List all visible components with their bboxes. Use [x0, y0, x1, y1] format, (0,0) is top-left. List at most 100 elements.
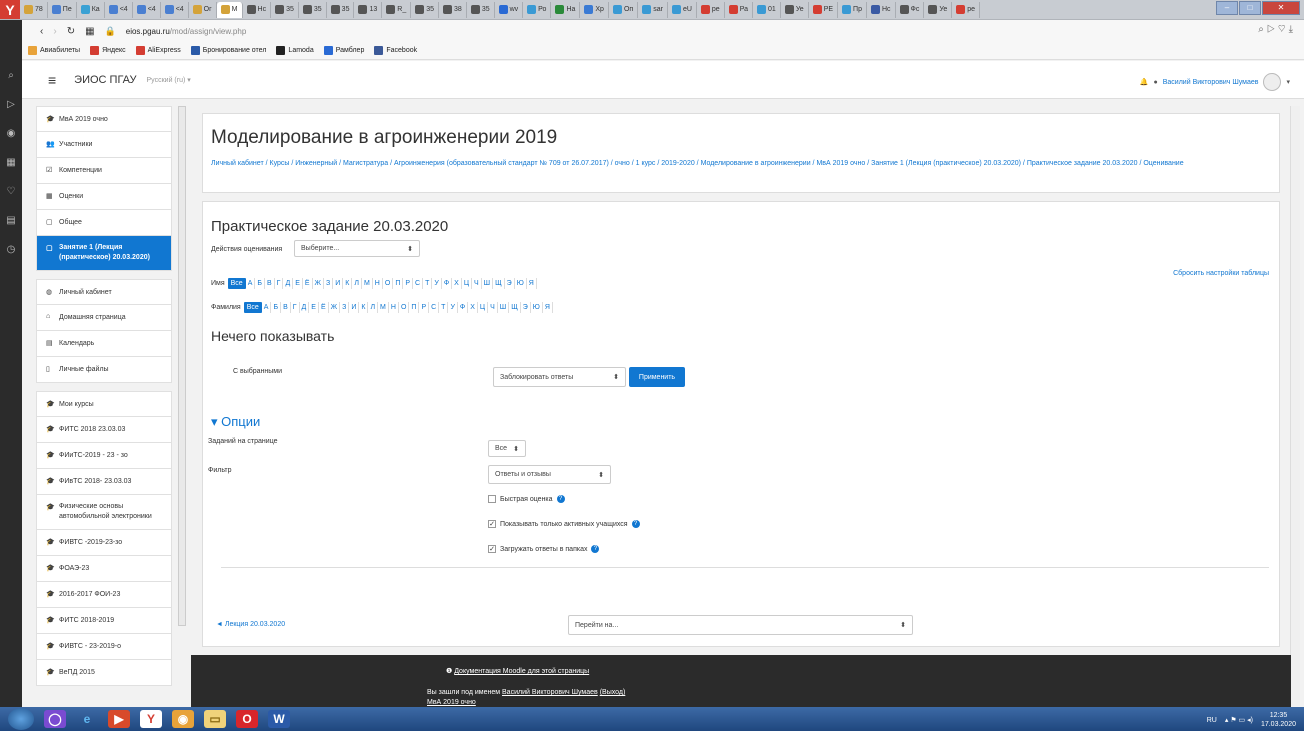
drawer-item[interactable]: ▯ Личные файлы: [36, 357, 172, 383]
chat-icon[interactable]: ●: [1154, 79, 1158, 86]
letter-filter-button[interactable]: П: [409, 302, 420, 313]
browser-tab[interactable]: Хр: [580, 1, 609, 18]
apps-icon[interactable]: ▦: [85, 26, 94, 37]
letter-filter-button[interactable]: В: [281, 302, 291, 313]
browser-tab[interactable]: 35: [467, 1, 495, 18]
letter-filter-button[interactable]: К: [359, 302, 369, 313]
drawer-item[interactable]: 🎓 Мои курсы: [36, 391, 172, 417]
drawer-item[interactable]: 🎓 ФИвТС 2018- 23.03.03: [36, 469, 172, 495]
drawer-item[interactable]: ▢ Занятие 1 (Лекция (практическое) 20.03.…: [36, 236, 172, 271]
letter-filter-button[interactable]: П: [393, 278, 404, 289]
reload-icon[interactable]: ↻: [67, 26, 75, 37]
letter-filter-button[interactable]: У: [432, 278, 442, 289]
menu-toggle-icon[interactable]: ≡: [48, 72, 56, 88]
drawer-item[interactable]: 🎓 2016-2017 ФОИ-23: [36, 582, 172, 608]
browser-tab[interactable]: Нс: [867, 1, 896, 18]
word-icon[interactable]: W: [268, 710, 290, 728]
avatar[interactable]: [1263, 73, 1282, 91]
firstname-all-button[interactable]: Все: [227, 278, 246, 289]
letter-filter-button[interactable]: О: [383, 278, 394, 289]
camera-icon[interactable]: ◉: [7, 128, 16, 139]
logged-user-link[interactable]: Василий Викторович Шумаев: [502, 689, 598, 696]
play-icon[interactable]: ▷: [7, 99, 15, 110]
tray-icons[interactable]: ▴ ⚑ ▭ ◂): [1225, 716, 1253, 724]
with-selected-select[interactable]: Заблокировать ответы ⬍: [493, 367, 626, 387]
drawer-item[interactable]: ◍ Личный кабинет: [36, 279, 172, 305]
letter-filter-button[interactable]: Л: [352, 278, 362, 289]
lastname-all-button[interactable]: Все: [243, 302, 262, 313]
per-page-select[interactable]: Все ⬍: [488, 440, 526, 457]
letter-filter-button[interactable]: Ж: [313, 278, 325, 289]
app-icon[interactable]: ◯: [44, 710, 66, 728]
letter-filter-button[interactable]: Л: [368, 302, 379, 313]
browser-tab[interactable]: 35: [411, 1, 440, 18]
drawer-item[interactable]: ▦ Оценки: [36, 184, 172, 210]
browser-tab[interactable]: Пр: [838, 1, 867, 18]
page-scrollbar[interactable]: [1290, 106, 1300, 706]
letter-filter-button[interactable]: Ё: [319, 302, 329, 313]
download-folders-checkbox[interactable]: ✓: [488, 545, 496, 553]
opera-icon[interactable]: O: [236, 710, 258, 728]
letter-filter-button[interactable]: М: [362, 278, 373, 289]
prev-activity-link[interactable]: ◄ Лекция 20.03.2020: [216, 621, 285, 628]
letter-filter-button[interactable]: С: [429, 302, 440, 313]
letter-filter-button[interactable]: Н: [389, 302, 399, 313]
drawer-item[interactable]: 👥 Участники: [36, 132, 172, 158]
letter-filter-button[interactable]: О: [399, 302, 410, 313]
ie-icon[interactable]: e: [76, 710, 98, 728]
letter-filter-button[interactable]: Э: [521, 302, 531, 313]
clock[interactable]: 12:35 17.03.2020: [1261, 711, 1296, 729]
media-icon[interactable]: ▶: [108, 710, 130, 728]
browser-tab[interactable]: РЕ: [809, 1, 839, 18]
forward-icon[interactable]: ›: [53, 26, 56, 37]
letter-filter-button[interactable]: Н: [373, 278, 383, 289]
browser-tab[interactable]: 13: [354, 1, 383, 18]
options-heading[interactable]: ▾ Опции: [211, 414, 260, 430]
download-folders-option[interactable]: ✓ Загружать ответы в папках ?: [488, 545, 600, 553]
letter-filter-button[interactable]: Т: [439, 302, 449, 313]
filter-select[interactable]: Ответы и отзывы ⬍: [488, 465, 611, 484]
letter-filter-button[interactable]: Т: [423, 278, 433, 289]
site-brand[interactable]: ЭИОС ПГАУ: [74, 74, 136, 86]
letter-filter-button[interactable]: Ф: [458, 302, 469, 313]
letter-filter-button[interactable]: Ф: [442, 278, 453, 289]
back-icon[interactable]: ‹: [40, 26, 43, 37]
letter-filter-button[interactable]: З: [340, 302, 350, 313]
letter-filter-button[interactable]: З: [324, 278, 334, 289]
browser-tab[interactable]: Уе: [924, 1, 953, 18]
letter-filter-button[interactable]: Э: [505, 278, 515, 289]
letter-filter-button[interactable]: Х: [452, 278, 462, 289]
browser-tab[interactable]: 35: [327, 1, 355, 18]
chrome-icon[interactable]: ◉: [172, 710, 194, 728]
browser-tab[interactable]: 35: [299, 1, 327, 18]
quick-grading-option[interactable]: Быстрая оценка ?: [488, 495, 565, 503]
letter-filter-button[interactable]: Д: [300, 302, 310, 313]
bookmark-item[interactable]: Рамблер: [323, 46, 364, 55]
drawer-item[interactable]: 🎓 ФИТС 2018 23.03.03: [36, 417, 172, 443]
drawer-item[interactable]: 🎓 МвА 2019 очно: [36, 106, 172, 132]
minimize-button[interactable]: –: [1216, 1, 1238, 15]
browser-tab[interactable]: 35: [271, 1, 299, 18]
drawer-item[interactable]: 🎓 ФИиТС-2019 - 23 - зо: [36, 443, 172, 469]
letter-filter-button[interactable]: Я: [527, 278, 537, 289]
letter-filter-button[interactable]: Р: [403, 278, 414, 289]
note-icon[interactable]: ▤: [6, 215, 15, 226]
letter-filter-button[interactable]: И: [349, 302, 360, 313]
browser-tab[interactable]: eU: [668, 1, 697, 18]
apply-button[interactable]: Применить: [629, 367, 685, 387]
only-active-option[interactable]: ✓ Показывать только активных учащихся ?: [488, 520, 640, 528]
drawer-item[interactable]: ▤ Календарь: [36, 331, 172, 357]
quick-grading-checkbox[interactable]: [488, 495, 496, 503]
letter-filter-button[interactable]: Р: [419, 302, 430, 313]
drawer-item[interactable]: ⌂ Домашняя страница: [36, 305, 172, 331]
browser-tab[interactable]: Пе: [48, 1, 77, 18]
browser-tab[interactable]: Ка: [77, 1, 105, 18]
letter-filter-button[interactable]: Ё: [303, 278, 313, 289]
bookmark-item[interactable]: Авиабилеты: [28, 46, 80, 55]
bookmark-item[interactable]: Facebook: [374, 46, 417, 55]
clock-icon[interactable]: ◷: [7, 244, 16, 255]
browser-tab[interactable]: ре: [697, 1, 725, 18]
user-name[interactable]: Василий Викторович Шумаев: [1163, 79, 1259, 86]
drawer-item[interactable]: ▢ Общее: [36, 210, 172, 236]
browser-tab[interactable]: <4: [133, 1, 161, 18]
